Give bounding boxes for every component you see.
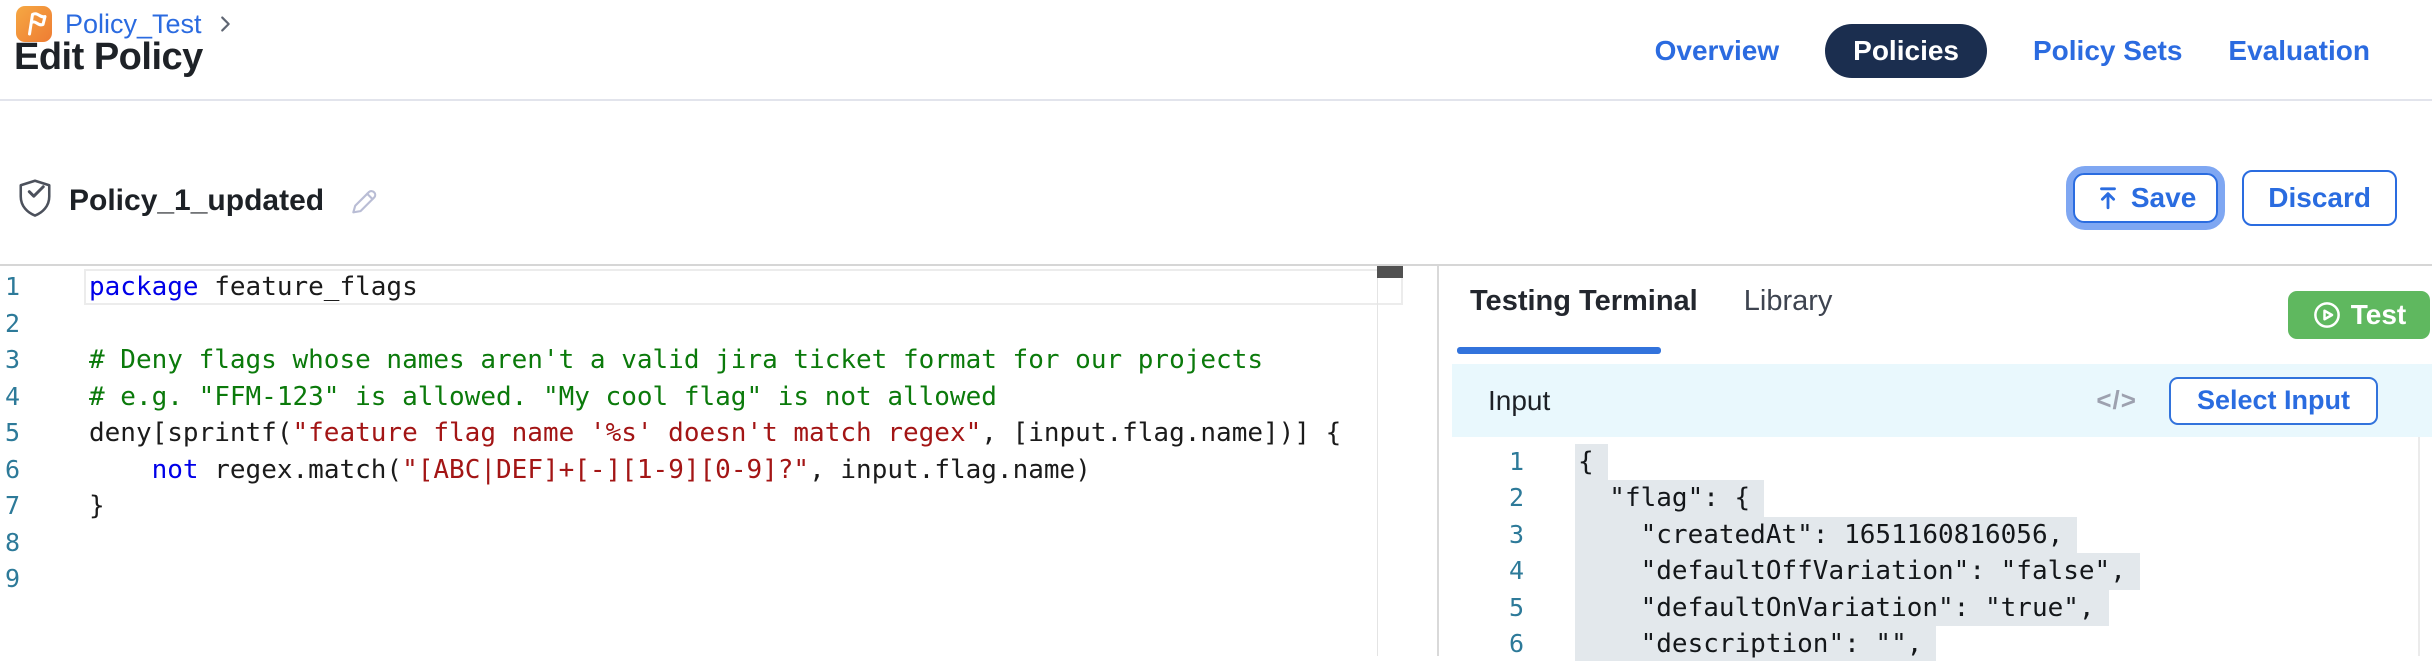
code-text: deny[sprintf("feature flag name '%s' doe… <box>89 415 1341 452</box>
code-text: } <box>89 488 105 525</box>
chevron-right-icon <box>214 13 236 35</box>
line-number: 9 <box>0 561 20 598</box>
line-number: 5 <box>1452 590 1524 626</box>
module-nav: Overview Policies Policy Sets Evaluation <box>1655 24 2370 78</box>
line-number: 8 <box>0 525 20 562</box>
tab-library[interactable]: Library <box>1744 285 1833 318</box>
json-line: 3 "createdAt": 1651160816056, <box>1452 517 2418 553</box>
json-text: { <box>1575 444 1608 480</box>
input-json-viewer[interactable]: 1{2 "flag": {3 "createdAt": 165116081605… <box>1452 439 2418 661</box>
policy-actions: Save Discard <box>2066 166 2397 230</box>
active-tab-underline <box>1457 347 1661 354</box>
nav-tab-policy-sets[interactable]: Policy Sets <box>2033 35 2182 67</box>
line-number: 3 <box>1452 517 1524 553</box>
edit-name-pencil-icon[interactable] <box>348 185 380 217</box>
json-line: 5 "defaultOnVariation": "true", <box>1452 590 2418 626</box>
code-line: 2 <box>0 306 1437 343</box>
line-number: 7 <box>0 488 20 525</box>
code-line: 9 <box>0 561 1437 598</box>
breadcrumb-project-link[interactable]: Policy_Test <box>65 9 202 40</box>
line-number: 2 <box>0 306 20 343</box>
code-line: 7} <box>0 488 1437 525</box>
json-text: "flag": { <box>1575 480 1764 516</box>
code-text: # Deny flags whose names aren't a valid … <box>89 342 1263 379</box>
select-input-button[interactable]: Select Input <box>2169 377 2378 425</box>
terminal-tabs: Testing Terminal Library <box>1470 285 1832 318</box>
json-line: 2 "flag": { <box>1452 480 2418 516</box>
nav-tab-evaluation[interactable]: Evaluation <box>2228 35 2370 67</box>
line-number: 1 <box>0 269 20 306</box>
panel-divider <box>1437 266 1439 656</box>
save-button-focus-ring: Save <box>2066 166 2225 230</box>
shield-check-icon <box>17 178 53 223</box>
code-line: 1 package feature_flags <box>0 269 1437 306</box>
line-number: 5 <box>0 415 20 452</box>
test-button[interactable]: Test <box>2288 291 2430 339</box>
play-circle-icon <box>2312 300 2342 330</box>
code-text: # e.g. "FFM-123" is allowed. "My cool fl… <box>89 379 997 416</box>
code-line: 3 # Deny flags whose names aren't a valid… <box>0 342 1437 379</box>
save-button[interactable]: Save <box>2073 173 2218 223</box>
line-number: 1 <box>1452 444 1524 480</box>
code-line: 5 deny[sprintf("feature flag name '%s' do… <box>0 415 1437 452</box>
header-divider <box>0 99 2432 101</box>
line-number: 2 <box>1452 480 1524 516</box>
code-view-icon[interactable]: </> <box>2090 384 2143 417</box>
nav-tab-policies[interactable]: Policies <box>1825 24 1987 78</box>
line-number: 4 <box>1452 553 1524 589</box>
discard-button[interactable]: Discard <box>2242 170 2397 226</box>
policy-name: Policy_1_updated <box>69 184 324 218</box>
json-text: "defaultOnVariation": "true", <box>1575 590 2109 626</box>
code-text: not regex.match("[ABC|DEF]+[-][1-9][0-9]… <box>89 452 1091 489</box>
editor-scrollbar-track <box>1377 267 1378 656</box>
json-text: "defaultOffVariation": "false", <box>1575 553 2140 589</box>
editor-scrollbar-thumb[interactable] <box>1377 266 1403 278</box>
nav-tab-overview[interactable]: Overview <box>1655 35 1780 67</box>
code-line: 8 <box>0 525 1437 562</box>
json-line: 4 "defaultOffVariation": "false", <box>1452 553 2418 589</box>
input-header-bar: Input </> Select Input <box>1452 364 2432 437</box>
tab-testing-terminal[interactable]: Testing Terminal <box>1470 285 1698 318</box>
code-line: 6 not regex.match("[ABC|DEF]+[-][1-9][0-… <box>0 452 1437 489</box>
page-title: Edit Policy <box>14 36 203 79</box>
input-label: Input <box>1488 385 1550 417</box>
json-line: 1{ <box>1452 444 2418 480</box>
code-text: package feature_flags <box>89 269 418 306</box>
upload-icon <box>2095 185 2121 211</box>
policy-title-row: Policy_1_updated <box>17 178 380 223</box>
json-text: "createdAt": 1651160816056, <box>1575 517 2077 553</box>
code-line: 4 # e.g. "FFM-123" is allowed. "My cool f… <box>0 379 1437 416</box>
line-number: 3 <box>0 342 20 379</box>
line-number: 4 <box>0 379 20 416</box>
workspace-top-border <box>0 264 2432 266</box>
json-scrollbar-track <box>2418 437 2420 656</box>
line-number: 6 <box>0 452 20 489</box>
policy-code-editor[interactable]: 1 package feature_flags 23 # Deny flags who… <box>0 267 1437 658</box>
